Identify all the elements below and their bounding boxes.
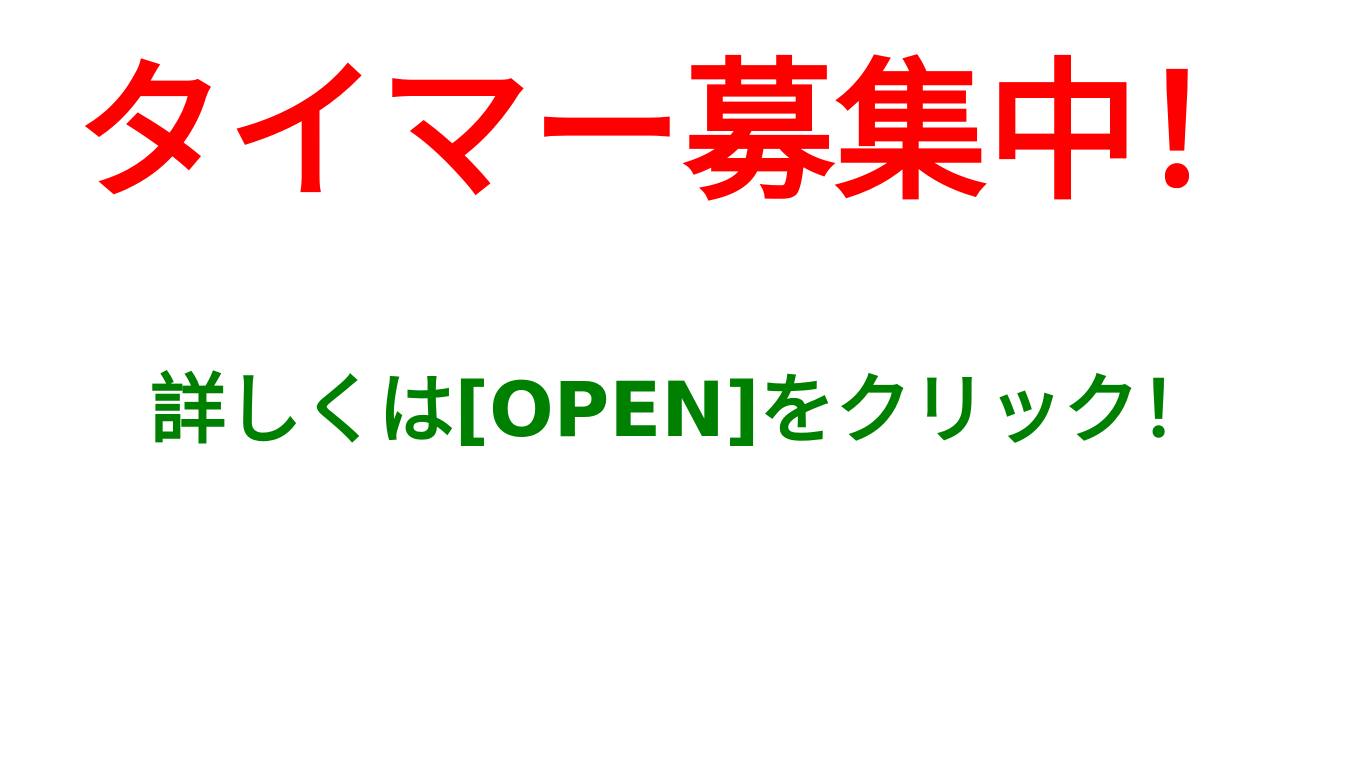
recruitment-headline: タイマー募集中！ [75, 44, 1291, 221]
open-instruction-text: 詳しくは[OPEN]をクリック！ [150, 365, 1216, 454]
recruitment-slide: タイマー募集中！ 詳しくは[OPEN]をクリック！ [0, 0, 1366, 768]
